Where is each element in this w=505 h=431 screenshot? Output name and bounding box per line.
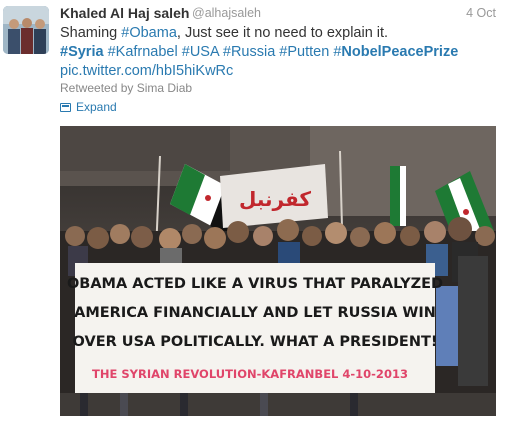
photo-link[interactable]: pic.twitter.com/hbI5hiKwRc xyxy=(60,63,233,79)
banner-line-1: OBAMA ACTED LIKE A VIRUS THAT PARALYZED xyxy=(67,276,443,292)
hashtag-nobelpeaceprize[interactable]: #NobelPeacePrize xyxy=(333,44,458,60)
hashtag-kafrnabel[interactable]: #Kafrnabel xyxy=(108,44,178,60)
avatar-image xyxy=(3,6,49,54)
author-fullname[interactable]: Khaled Al Haj saleh xyxy=(60,5,189,21)
tweet: Khaled Al Haj saleh @alhajsaleh 4 Oct Sh… xyxy=(0,0,505,431)
tweet-timestamp[interactable]: 4 Oct xyxy=(466,6,496,20)
tweet-text-part2: , Just see it no need to explain it. xyxy=(176,25,389,41)
protest-photo: كفرنبل OBAMA ACTED LIKE A VIRUS THAT PAR… xyxy=(60,126,496,416)
tweet-text-line-3: pic.twitter.com/hbI5hiKwRc xyxy=(60,62,500,81)
top-sign-text: كفرنبل xyxy=(239,187,311,211)
hashtag-usa[interactable]: #USA xyxy=(182,44,219,60)
expand-button[interactable]: Expand xyxy=(60,100,117,114)
hashtag-obama[interactable]: #Obama xyxy=(121,25,177,41)
hashtag-nobel-word: NobelPeacePrize xyxy=(341,44,459,60)
protest-banner: OBAMA ACTED LIKE A VIRUS THAT PARALYZED … xyxy=(67,263,443,393)
tweet-text-line-2: #Syria #Kafrnabel #USA #Russia #Putten #… xyxy=(60,43,500,62)
author-username[interactable]: @alhajsaleh xyxy=(192,6,261,20)
hashtag-syria[interactable]: #Syria xyxy=(60,44,104,60)
retweeted-by[interactable]: Retweeted by Sima Diab xyxy=(60,81,192,95)
expand-icon xyxy=(60,102,71,112)
tweet-text-line-1: Shaming #Obama, Just see it no need to e… xyxy=(60,24,500,43)
avatar[interactable] xyxy=(3,6,49,54)
banner-line-3: OVER USA POLITICALLY. WHAT A PRESIDENT! xyxy=(73,334,438,350)
banner-line-2: AMERICA FINANCIALLY AND LET RUSSIA WIN xyxy=(74,305,436,321)
banner-footer: THE SYRIAN REVOLUTION-KAFRANBEL 4-10-201… xyxy=(92,367,408,381)
flag-center xyxy=(390,166,406,226)
hashtag-putten[interactable]: #Putten xyxy=(279,44,329,60)
tweet-photo[interactable]: كفرنبل OBAMA ACTED LIKE A VIRUS THAT PAR… xyxy=(60,126,496,416)
hashtag-russia[interactable]: #Russia xyxy=(223,44,275,60)
tweet-header: Khaled Al Haj saleh @alhajsaleh 4 Oct xyxy=(60,5,500,25)
tweet-text: Shaming #Obama, Just see it no need to e… xyxy=(60,24,500,81)
tweet-text-part1: Shaming xyxy=(60,25,122,41)
expand-label: Expand xyxy=(76,100,117,114)
